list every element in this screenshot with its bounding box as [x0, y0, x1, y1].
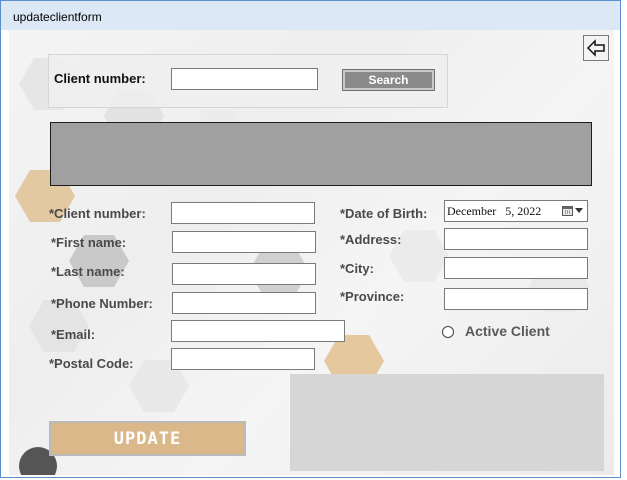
search-client-number-input[interactable] [171, 68, 318, 90]
date-picker-dropdown[interactable] [562, 205, 583, 216]
window-title: updateclientform [13, 10, 102, 24]
client-number-label: *Client number: [49, 206, 146, 221]
phone-number-input[interactable] [172, 292, 316, 314]
date-of-birth-picker[interactable]: December 5, 2022 [444, 200, 588, 222]
results-grid[interactable] [50, 122, 592, 186]
active-client-label: Active Client [465, 323, 550, 339]
last-name-input[interactable] [172, 263, 316, 285]
province-label: *Province: [340, 289, 405, 304]
back-arrow-icon [586, 39, 605, 57]
search-client-number-label: Client number: [54, 71, 146, 86]
address-label: *Address: [340, 232, 402, 247]
calendar-icon [562, 206, 573, 216]
city-input[interactable] [444, 257, 588, 279]
chevron-down-icon [575, 207, 583, 213]
province-input[interactable] [444, 288, 588, 310]
client-number-input[interactable] [171, 202, 315, 224]
search-button[interactable]: Search [342, 69, 435, 91]
first-name-input[interactable] [172, 231, 316, 253]
back-button[interactable] [583, 35, 609, 61]
first-name-label: *First name: [51, 235, 127, 250]
postal-code-label: *Postal Code: [49, 356, 134, 371]
city-label: *City: [340, 261, 374, 276]
address-input[interactable] [444, 228, 588, 250]
email-input[interactable] [171, 320, 345, 342]
date-of-birth-value: December 5, 2022 [447, 204, 542, 218]
last-name-label: *Last name: [51, 264, 125, 279]
active-client-radio[interactable] [442, 326, 454, 338]
form-body: Client number: Search *Client number: *F… [9, 30, 614, 475]
update-button[interactable]: UPDATE [49, 421, 246, 456]
window: updateclientform Client number: Search *… [0, 0, 621, 478]
date-of-birth-label: *Date of Birth: [340, 206, 428, 221]
info-panel [290, 374, 604, 471]
title-bar: updateclientform [1, 1, 620, 30]
postal-code-input[interactable] [171, 348, 315, 370]
email-label: *Email: [51, 327, 96, 342]
phone-number-label: *Phone Number: [51, 296, 153, 311]
